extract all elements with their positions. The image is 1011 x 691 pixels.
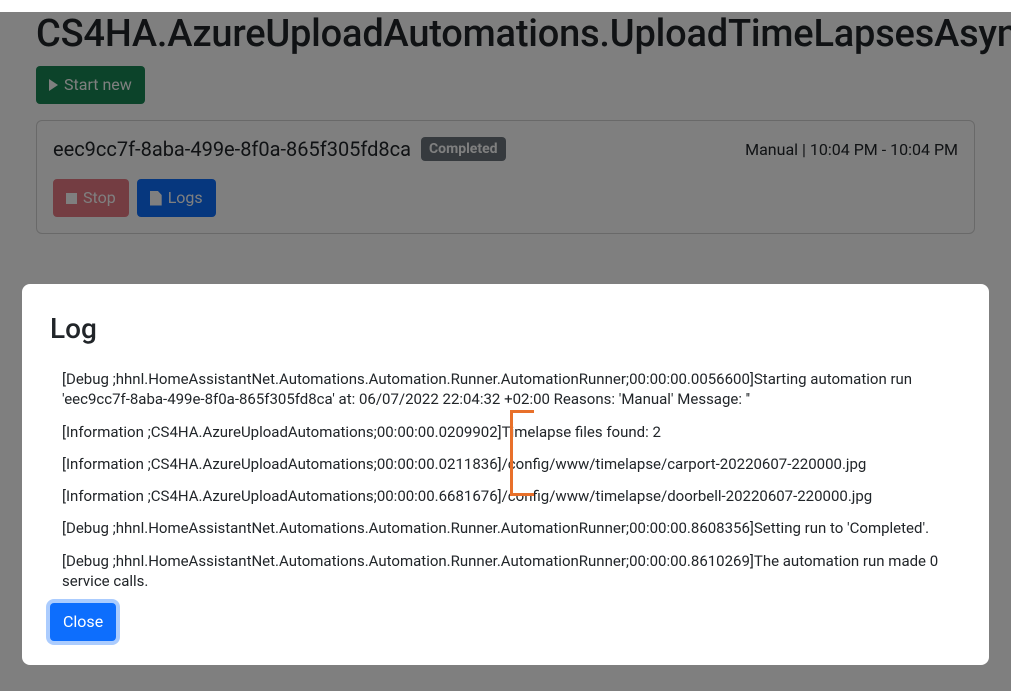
log-line: [Debug ;hhnl.HomeAssistantNet.Automation…	[62, 551, 949, 592]
log-line: [Information ;CS4HA.AzureUploadAutomatio…	[62, 486, 949, 506]
log-body: [Debug ;hhnl.HomeAssistantNet.Automation…	[50, 369, 961, 591]
log-line: [Debug ;hhnl.HomeAssistantNet.Automation…	[62, 518, 949, 538]
log-line: [Debug ;hhnl.HomeAssistantNet.Automation…	[62, 369, 949, 410]
modal-title: Log	[50, 312, 961, 345]
close-button[interactable]: Close	[50, 603, 116, 641]
modal-footer: Close	[50, 603, 961, 641]
log-modal: Log [Debug ;hhnl.HomeAssistantNet.Automa…	[22, 284, 989, 665]
log-line: [Information ;CS4HA.AzureUploadAutomatio…	[62, 422, 949, 442]
log-line: [Information ;CS4HA.AzureUploadAutomatio…	[62, 454, 949, 474]
